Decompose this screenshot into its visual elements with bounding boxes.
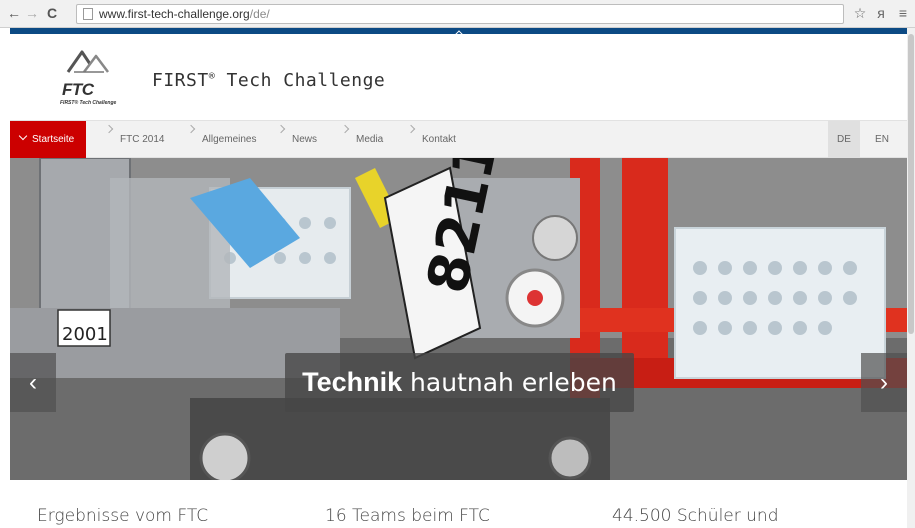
browser-toolbar: ← → C www.first-tech-challenge.org/de/ ☆…	[0, 0, 915, 28]
nav-item-label: Startseite	[32, 134, 75, 145]
news-title-2[interactable]: 16 Teams beim FTC	[325, 506, 490, 526]
ftc-logo-mark	[66, 50, 109, 73]
chevron-right-icon	[186, 124, 196, 134]
hero-image: 8211 2001	[10, 158, 907, 480]
nav-item-kontakt[interactable]: Kontakt	[406, 121, 456, 159]
slider-next-button[interactable]: ›	[861, 353, 907, 412]
nav-item-allgemeines[interactable]: Allgemeines	[186, 121, 257, 159]
forward-arrow-icon[interactable]: →	[24, 5, 40, 21]
logo-tagline: FIRST® Tech Challenge	[60, 100, 117, 106]
ftc-logo[interactable]: FTC FIRST® Tech Challenge	[60, 46, 120, 108]
nav-item-label: Kontakt	[422, 134, 456, 145]
site-title[interactable]: FIRST® Tech Challenge	[152, 70, 385, 91]
chevron-right-icon: ›	[880, 369, 888, 396]
chevron-right-icon	[276, 124, 286, 134]
page-icon	[83, 8, 93, 20]
star-icon[interactable]: ☆	[852, 5, 868, 21]
lang-de[interactable]: DE	[828, 121, 860, 159]
site-title-first: FIRST	[152, 70, 209, 91]
hero-caption[interactable]: Technik hautnah erleben	[285, 353, 634, 412]
reload-icon[interactable]: C	[44, 5, 60, 21]
hero-slider[interactable]: 8211 2001	[10, 158, 907, 480]
scrollbar-thumb[interactable]	[908, 34, 914, 334]
hamburger-menu-icon[interactable]: ≡	[895, 5, 911, 21]
chevron-down-icon	[18, 131, 28, 141]
logo-text: FTC	[62, 80, 94, 99]
nav-item-label: Allgemeines	[202, 134, 257, 145]
nav-item-media[interactable]: Media	[340, 121, 384, 159]
address-bar[interactable]: www.first-tech-challenge.org/de/	[76, 4, 844, 24]
slider-prev-button[interactable]: ‹	[10, 353, 56, 412]
url-path: /de/	[249, 7, 270, 21]
nav-item-label: News	[292, 134, 318, 145]
nav-item-news[interactable]: News	[276, 121, 318, 159]
chevron-left-icon: ‹	[29, 369, 37, 396]
sign-number: 2001	[62, 324, 108, 345]
nav-item-startseite[interactable]: Startseite	[10, 121, 87, 159]
lang-en[interactable]: EN	[866, 121, 898, 159]
chevron-right-icon	[104, 124, 114, 134]
nav-item-label: Media	[356, 134, 384, 145]
nav-item-ftc-2014[interactable]: FTC 2014	[104, 121, 165, 159]
chevron-right-icon	[406, 124, 416, 134]
news-title-1[interactable]: Ergebnisse vom FTC	[37, 506, 208, 526]
back-arrow-icon[interactable]: ←	[6, 5, 22, 21]
url-host: www.first-tech-challenge.org	[99, 7, 250, 21]
site-header: FTC FIRST® Tech Challenge	[10, 34, 907, 120]
hero-caption-rest: hautnah erleben	[402, 368, 617, 397]
main-nav: Startseite FTC 2014 Allgemeines News Med…	[10, 120, 907, 159]
extension-icon[interactable]: ᴙ	[873, 5, 889, 21]
site-title-rest: Tech Challenge	[215, 70, 386, 91]
news-title-3[interactable]: 44.500 Schüler und	[612, 506, 779, 526]
nav-item-label: FTC 2014	[120, 134, 165, 145]
chevron-right-icon	[340, 124, 350, 134]
hero-caption-bold: Technik	[302, 367, 403, 397]
